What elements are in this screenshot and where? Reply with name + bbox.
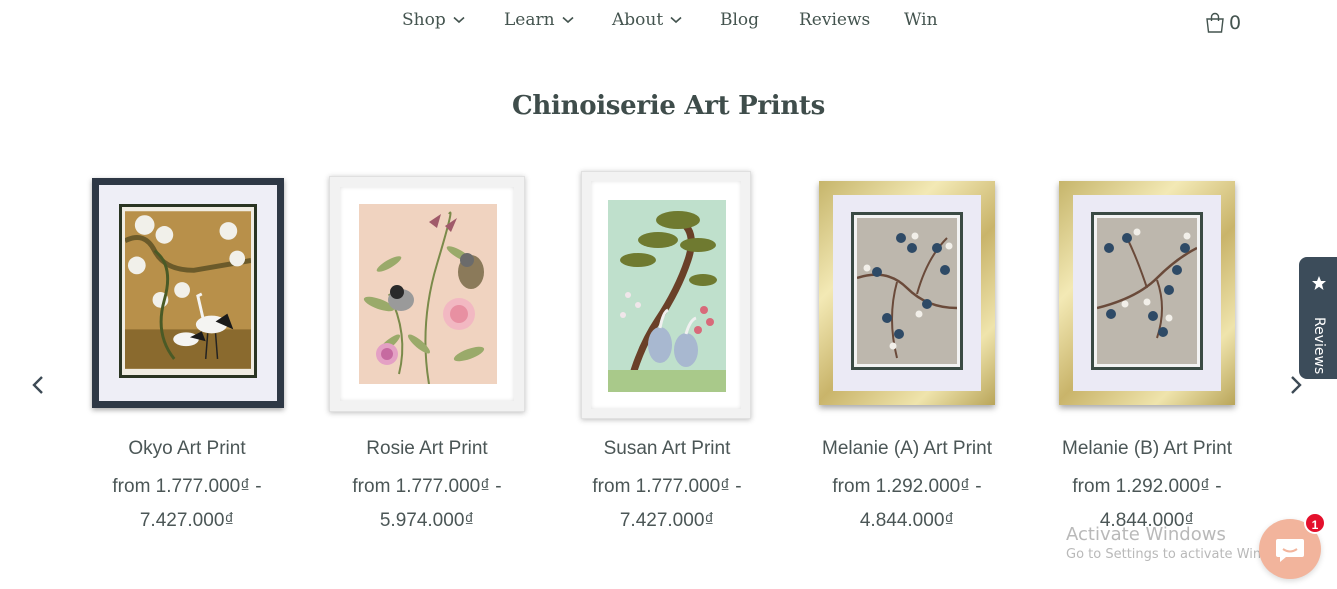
cart-button[interactable]: 0	[1204, 12, 1241, 34]
reviews-side-tab[interactable]: Reviews	[1299, 257, 1337, 379]
price-from: from 1.777.000₫ -	[352, 476, 502, 497]
price-from: from 1.777.000₫ -	[112, 476, 262, 497]
chevron-down-icon	[453, 16, 465, 24]
product-name[interactable]: Melanie (B) Art Print	[1037, 438, 1257, 460]
chevron-down-icon	[670, 16, 682, 24]
nav-blog[interactable]: Blog	[720, 10, 759, 30]
nav-win[interactable]: Win	[904, 10, 938, 30]
product-price: from 1.777.000₫ - 5.974.000₫	[317, 470, 537, 538]
cart-count: 0	[1229, 12, 1242, 34]
nav-blog-label: Blog	[720, 10, 760, 30]
price-to: 4.844.000₫	[859, 510, 955, 531]
top-navigation: Shop Learn About Blog Reviews Win 0	[0, 0, 1337, 50]
nav-reviews-label: Reviews	[799, 10, 871, 30]
product-name[interactable]: Melanie (A) Art Print	[797, 438, 1017, 460]
section-title: Chinoiserie Art Prints	[512, 91, 825, 121]
price-from: from 1.777.000₫ -	[592, 476, 742, 497]
price-to: 5.974.000₫	[379, 510, 475, 531]
product-name[interactable]: Susan Art Print	[557, 438, 777, 460]
nav-learn[interactable]: Learn	[504, 10, 574, 30]
price-to: 7.427.000₫	[139, 510, 235, 531]
chevron-left-icon	[32, 376, 43, 394]
price-to: 7.427.000₫	[619, 510, 715, 531]
shopping-bag-icon	[1206, 12, 1224, 33]
nav-shop[interactable]: Shop	[402, 10, 465, 30]
reviews-tab-label: Reviews	[1311, 317, 1327, 375]
nav-learn-label: Learn	[504, 10, 555, 30]
product-image[interactable]	[581, 171, 751, 419]
price-from: from 1.292.000₫ -	[1072, 476, 1222, 497]
product-name[interactable]: Okyo Art Print	[77, 438, 297, 460]
nav-reviews[interactable]: Reviews	[799, 10, 870, 30]
nav-about-label: About	[612, 10, 664, 30]
star-icon	[1312, 276, 1326, 290]
price-from: from 1.292.000₫ -	[832, 476, 982, 497]
product-price: from 1.777.000₫ - 7.427.000₫	[77, 470, 297, 538]
product-image[interactable]	[92, 178, 284, 408]
chevron-down-icon	[562, 16, 574, 24]
nav-win-label: Win	[904, 10, 938, 30]
nav-about[interactable]: About	[612, 10, 682, 30]
chat-bubble-icon	[1276, 539, 1304, 562]
product-image[interactable]	[819, 181, 995, 405]
product-name[interactable]: Rosie Art Print	[317, 438, 537, 460]
chat-notification-badge: 1	[1304, 512, 1326, 534]
product-price: from 1.777.000₫ - 7.427.000₫	[557, 470, 777, 538]
product-image[interactable]	[1059, 181, 1235, 405]
product-price: from 1.292.000₫ - 4.844.000₫	[797, 470, 1017, 538]
nav-shop-label: Shop	[402, 10, 446, 30]
carousel-prev-button[interactable]	[28, 374, 48, 396]
product-image[interactable]	[329, 176, 525, 412]
